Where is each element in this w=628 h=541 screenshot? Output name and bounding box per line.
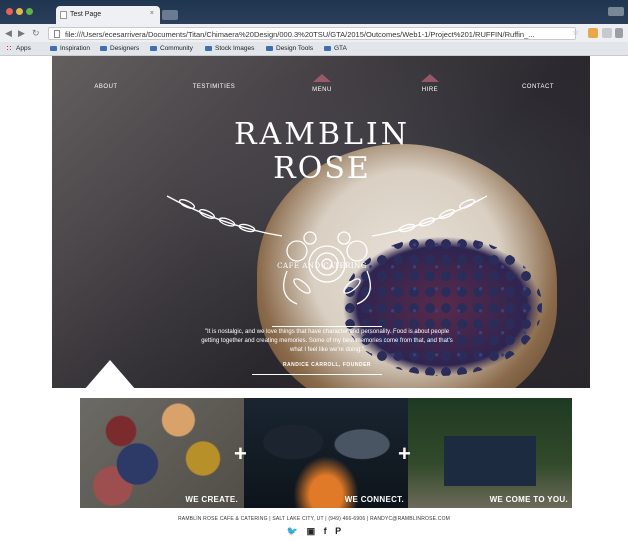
folder-icon [50, 45, 57, 51]
folder-icon [100, 45, 107, 51]
address-bar[interactable]: file:///Users/ecesarrivera/Documents/Tit… [48, 27, 576, 40]
bookmark-community[interactable]: Community [150, 45, 193, 52]
panel-we-connect[interactable]: WE CONNECT. [244, 398, 408, 508]
panel-we-create[interactable]: WE CREATE. [80, 398, 244, 508]
bookmark-designers[interactable]: Designers [100, 45, 139, 52]
instagram-icon[interactable]: ▣ [307, 526, 316, 536]
twitter-icon[interactable]: 🐦 [287, 526, 298, 536]
nav-hire[interactable]: HIRE [400, 74, 460, 93]
menu-icon[interactable] [615, 28, 623, 38]
bookmark-inspiration[interactable]: Inspiration [50, 45, 90, 52]
plus-icon: + [398, 441, 411, 466]
url-text: file:///Users/ecesarrivera/Documents/Tit… [65, 30, 535, 39]
browser-tab[interactable]: Test Page × [56, 6, 160, 24]
nav-about[interactable]: ABOUT [76, 84, 136, 90]
plus-icon: + [234, 441, 247, 466]
bookmark-star-icon[interactable]: ☆ [572, 28, 579, 37]
maximize-window-button[interactable] [26, 8, 33, 15]
tab-title: Test Page [70, 11, 102, 18]
forward-icon[interactable]: ▶ [18, 28, 25, 39]
reload-icon[interactable]: ↻ [32, 28, 40, 39]
bookmark-stock-images[interactable]: Stock Images [205, 45, 254, 52]
quote-divider-top [272, 326, 382, 327]
extension-icon[interactable] [602, 28, 612, 38]
new-tab-button[interactable] [162, 10, 178, 20]
bookmarks-bar: Apps Inspiration Designers Community Sto… [0, 42, 628, 56]
nav-triangle-marker [421, 74, 439, 82]
close-tab-icon[interactable]: × [150, 10, 154, 17]
bookmark-gta[interactable]: GTA [324, 45, 347, 52]
brand-name-line1: RAMBLIN [233, 117, 411, 152]
web-page: ABOUT TESTIMITIES MENU HIRE CONTACT RAMB… [0, 56, 628, 541]
nav-triangle-marker [313, 74, 331, 82]
feature-panels: WE CREATE. WE CONNECT. WE COME TO YOU. +… [80, 398, 572, 508]
pinterest-icon[interactable]: P [335, 526, 341, 536]
floral-wreath-illustration [166, 195, 488, 305]
close-window-button[interactable] [6, 8, 13, 15]
panel-we-come-to-you[interactable]: WE COME TO YOU. [408, 398, 572, 508]
browser-tab-bar: Test Page × [0, 0, 628, 24]
bookmark-apps[interactable]: Apps [6, 45, 31, 52]
nav-contact[interactable]: CONTACT [508, 84, 568, 90]
folder-icon [150, 45, 157, 51]
toolbar: ◀ ▶ ↻ file:///Users/ecesarrivera/Documen… [0, 24, 628, 42]
testimonial-author: RANDICE CARROLL, FOUNDER [282, 362, 372, 368]
bookmark-design-tools[interactable]: Design Tools [266, 45, 313, 52]
social-links: 🐦 ▣ f P [0, 526, 628, 537]
folder-icon [205, 45, 212, 51]
section-pointer-triangle [84, 360, 136, 390]
folder-icon [324, 45, 331, 51]
footer-contact-info: RAMBLIN ROSE CAFE & CATERING | SALT LAKE… [177, 516, 451, 522]
folder-icon [266, 45, 273, 51]
panel-caption: WE CREATE. [185, 495, 238, 504]
panel-caption: WE COME TO YOU. [489, 495, 568, 504]
nav-testimonies[interactable]: TESTIMITIES [184, 84, 244, 90]
testimonial-quote: "It is nostalgic, and we love things tha… [201, 329, 453, 353]
quote-divider-bottom [252, 374, 382, 375]
document-icon [54, 30, 60, 38]
minimize-window-button[interactable] [16, 8, 23, 15]
extension-icon[interactable] [588, 28, 598, 38]
hero-section: ABOUT TESTIMITIES MENU HIRE CONTACT RAMB… [52, 56, 590, 388]
brand-name-line2: ROSE [273, 151, 371, 186]
nav-menu[interactable]: MENU [292, 74, 352, 93]
profile-button[interactable] [608, 7, 624, 16]
facebook-icon[interactable]: f [324, 526, 327, 536]
page-icon [60, 11, 67, 19]
apps-grid-icon [6, 45, 13, 52]
panel-caption: WE CONNECT. [344, 495, 404, 504]
back-icon[interactable]: ◀ [5, 28, 12, 39]
